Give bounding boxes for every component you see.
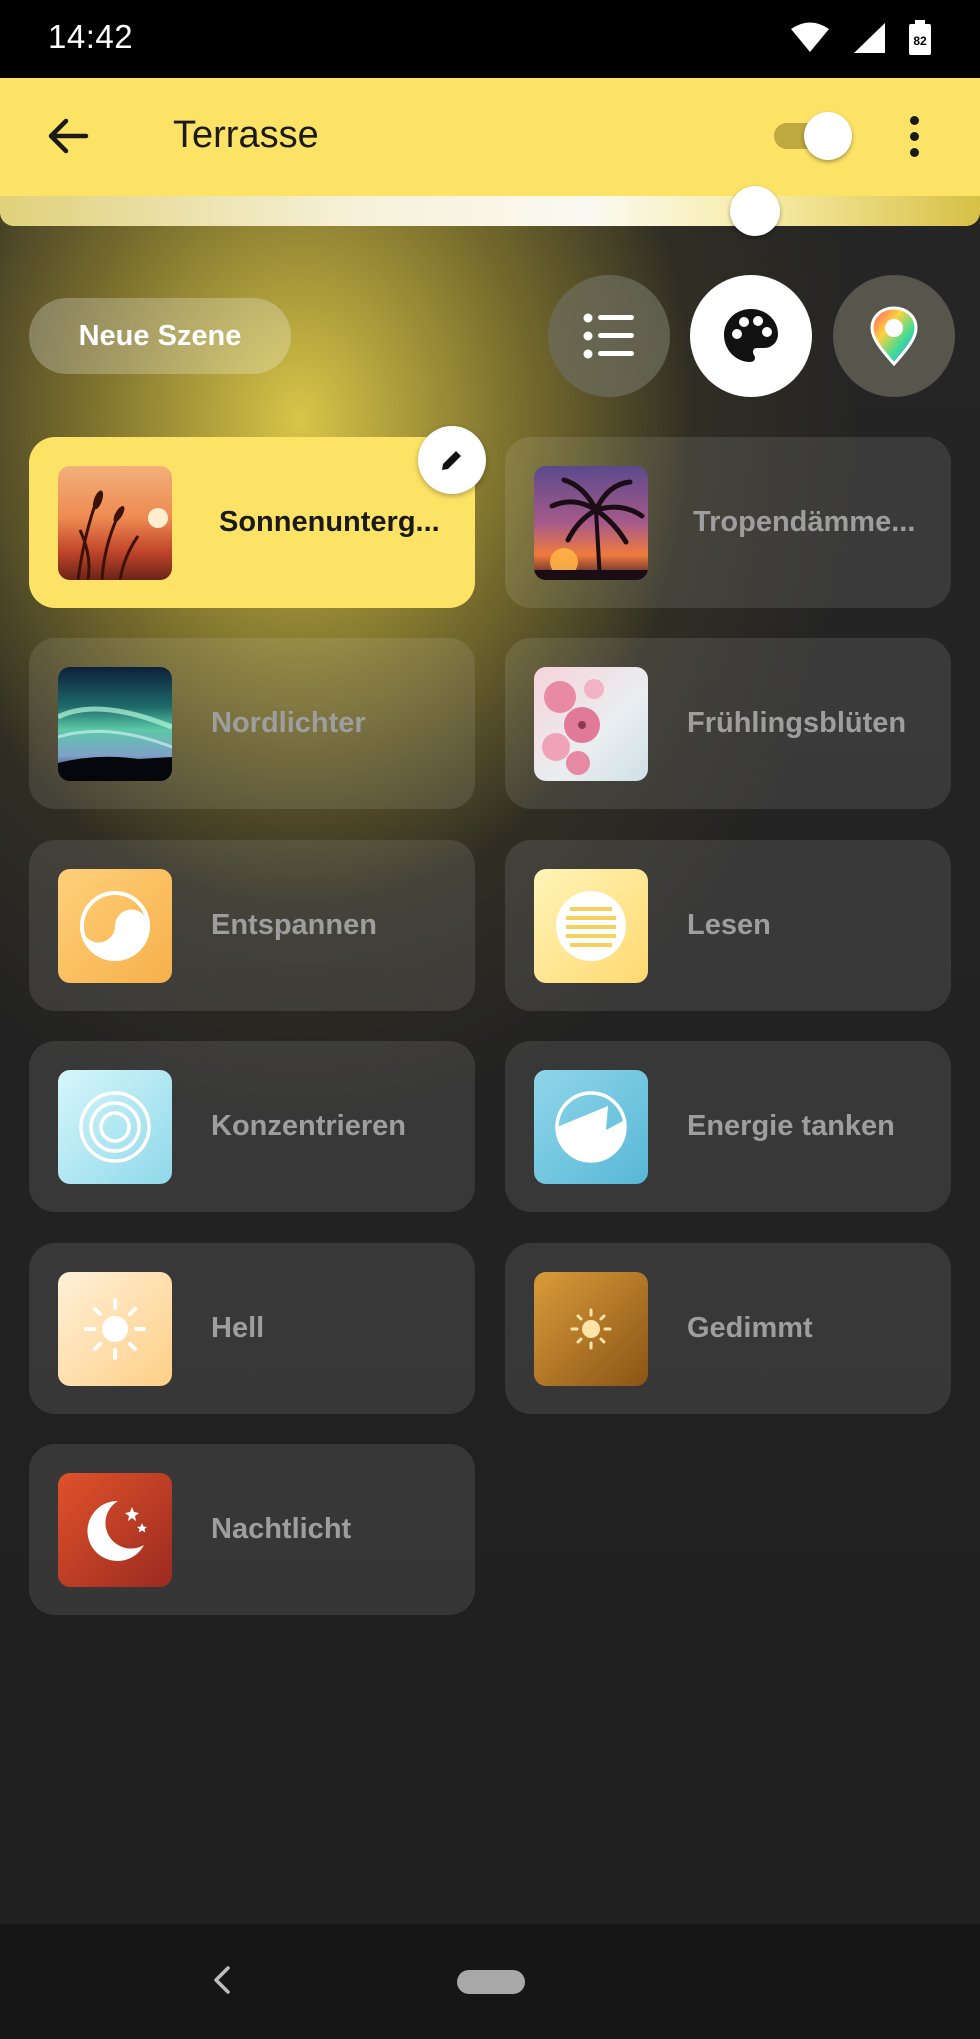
status-icons: 82 bbox=[790, 20, 932, 56]
scene-card-read[interactable]: Lesen bbox=[505, 840, 951, 1011]
edit-scene-button[interactable] bbox=[418, 426, 486, 494]
scene-card-nightlight[interactable]: Nachtlicht bbox=[29, 1444, 475, 1615]
arrow-left-icon bbox=[48, 118, 89, 154]
nav-home-pill[interactable] bbox=[457, 1970, 525, 1994]
scene-label: Gedimmt bbox=[687, 1312, 813, 1344]
scene-card-sunset[interactable]: Sonnenunterg... bbox=[29, 426, 486, 608]
energize-icon bbox=[534, 1070, 648, 1184]
scene-label: Konzentrieren bbox=[211, 1110, 406, 1142]
scene-label: Hell bbox=[211, 1312, 265, 1344]
back-button[interactable] bbox=[36, 104, 100, 168]
scene-card-spring-blossoms[interactable]: Frühlingsblüten bbox=[505, 638, 951, 809]
scene-label: Entspannen bbox=[211, 909, 377, 941]
pencil-icon bbox=[442, 451, 461, 470]
status-bar: 14:42 82 bbox=[0, 0, 980, 78]
scene-label: Frühlingsblüten bbox=[687, 707, 907, 739]
concentrate-icon bbox=[58, 1070, 172, 1184]
bright-sun-icon bbox=[58, 1272, 172, 1386]
scene-label: Nachtlicht bbox=[211, 1513, 352, 1545]
scene-label: Lesen bbox=[687, 909, 771, 941]
list-icon bbox=[583, 313, 634, 359]
scene-label: Tropendämme... bbox=[693, 506, 916, 538]
relax-icon bbox=[58, 869, 172, 983]
scene-card-concentrate[interactable]: Konzentrieren bbox=[29, 1041, 475, 1212]
scene-card-northern-lights[interactable]: Nordlichter bbox=[29, 638, 475, 809]
blossom-photo bbox=[534, 667, 648, 781]
read-symbol bbox=[556, 891, 626, 961]
moon-symbol bbox=[87, 1500, 147, 1561]
palm-dusk-photo bbox=[534, 466, 648, 580]
blossom-graphic bbox=[542, 679, 604, 775]
sunset-grass-photo bbox=[58, 466, 172, 580]
nav-back-button[interactable] bbox=[200, 1958, 244, 2002]
scene-label: Sonnenunterg... bbox=[219, 506, 440, 538]
read-icon bbox=[534, 869, 648, 983]
power-toggle[interactable] bbox=[770, 110, 854, 162]
nightlight-moon-icon bbox=[58, 1473, 172, 1587]
scene-label: Energie tanken bbox=[687, 1110, 895, 1142]
scene-card-energize[interactable]: Energie tanken bbox=[505, 1041, 951, 1212]
scene-card-tropical-dusk[interactable]: Tropendämme... bbox=[505, 437, 951, 608]
dimmed-sun-symbol bbox=[570, 1308, 612, 1350]
brightness-slider[interactable] bbox=[0, 196, 980, 226]
sunset-grass-graphic bbox=[76, 490, 168, 580]
toggle-knob bbox=[804, 112, 852, 160]
scene-card-bright[interactable]: Hell bbox=[29, 1243, 475, 1414]
new-scene-button[interactable]: Neue Szene bbox=[29, 298, 291, 374]
palette-icon bbox=[724, 309, 778, 362]
aurora-graphic bbox=[58, 706, 172, 781]
chevron-left-icon bbox=[214, 1966, 230, 1994]
app-bar: Terrasse bbox=[0, 78, 980, 236]
scene-card-relax[interactable]: Entspannen bbox=[29, 840, 475, 1011]
palette-view-button[interactable] bbox=[690, 275, 812, 397]
battery-icon: 82 bbox=[909, 20, 931, 55]
dimmed-sun-icon bbox=[534, 1272, 648, 1386]
aurora-photo bbox=[58, 667, 172, 781]
color-picker-view-button[interactable] bbox=[833, 275, 955, 397]
status-time: 14:42 bbox=[48, 18, 134, 55]
relax-symbol bbox=[80, 891, 150, 961]
bright-sun-symbol bbox=[84, 1298, 146, 1360]
more-dot bbox=[909, 131, 919, 141]
more-dot bbox=[909, 147, 919, 157]
concentrate-symbol bbox=[79, 1091, 151, 1163]
scene-label: Nordlichter bbox=[211, 707, 366, 739]
page-title: Terrasse bbox=[173, 114, 319, 156]
wifi-icon bbox=[791, 22, 829, 52]
cell-signal-icon bbox=[854, 23, 885, 53]
color-pin-icon bbox=[870, 306, 918, 366]
energize-symbol bbox=[555, 1091, 627, 1163]
system-nav-bar bbox=[0, 1924, 980, 2039]
battery-level: 82 bbox=[913, 34, 927, 48]
palm-graphic bbox=[534, 477, 648, 580]
list-view-button[interactable] bbox=[548, 275, 670, 397]
more-options-button[interactable] bbox=[898, 106, 930, 166]
more-dot bbox=[909, 115, 919, 125]
brightness-slider-thumb[interactable] bbox=[729, 186, 780, 236]
scene-card-dimmed[interactable]: Gedimmt bbox=[505, 1243, 951, 1414]
